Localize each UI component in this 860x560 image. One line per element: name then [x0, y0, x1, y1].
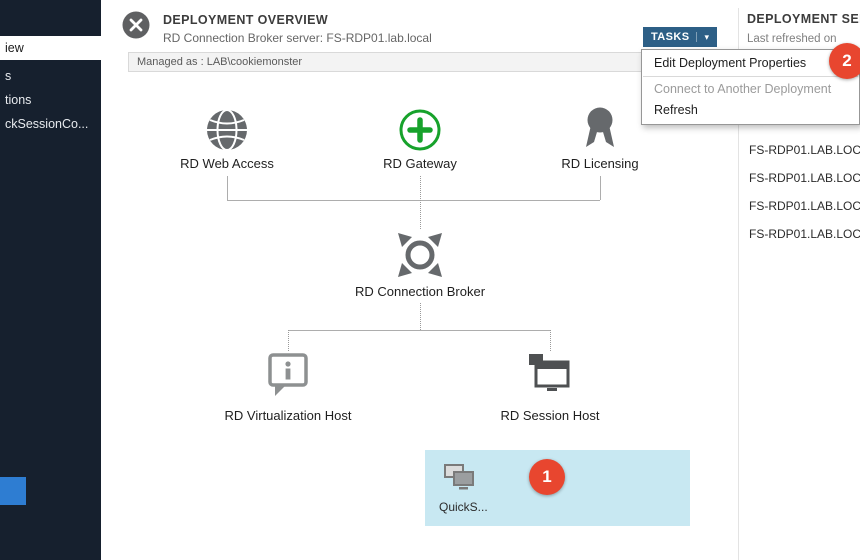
deployment-servers-title: DEPLOYMENT SERVERS: [747, 12, 860, 26]
connector-line: [288, 330, 289, 351]
tasks-button-label: TASKS: [651, 31, 689, 43]
connector-line: [420, 176, 421, 229]
menu-item-connect-to-another-deployment: Connect to Another Deployment: [642, 79, 859, 100]
deployment-diagram: Managed as : LAB\cookiemonster RD Web Ac…: [128, 52, 737, 560]
rd-licensing-icon[interactable]: [577, 105, 623, 156]
rd-web-access-label: RD Web Access: [147, 156, 307, 171]
rd-session-host-icon[interactable]: [525, 350, 575, 405]
annotation-badge-2: 2: [829, 43, 860, 79]
rd-gateway-add-icon[interactable]: [397, 107, 443, 158]
sidebar-item-collections[interactable]: tions: [0, 88, 101, 112]
rd-session-host-label: RD Session Host: [470, 408, 630, 423]
rd-connection-broker-icon[interactable]: [393, 228, 447, 287]
chevron-down-icon: ▾: [696, 32, 709, 42]
connector-line: [227, 176, 228, 200]
rd-connection-broker-label: RD Connection Broker: [340, 284, 500, 299]
quicksession-collection-tile[interactable]: QuickS... 1: [425, 450, 690, 526]
collection-label: QuickS...: [439, 500, 488, 514]
server-row[interactable]: FS-RDP01.LAB.LOCAL: [749, 220, 860, 248]
session-collection-icon: [441, 462, 479, 501]
server-row[interactable]: FS-RDP01.LAB.LOCAL: [749, 192, 860, 220]
server-list: FS-RDP01.LAB.LOCAL FS-RDP01.LAB.LOCAL FS…: [749, 136, 860, 248]
rd-web-access-icon[interactable]: [204, 107, 250, 158]
tasks-dropdown-menu: Edit Deployment Properties Connect to An…: [641, 49, 860, 125]
server-row[interactable]: FS-RDP01.LAB.LOCAL: [749, 164, 860, 192]
sidebar-item-label: ckSessionCo...: [5, 117, 88, 131]
sidebar-item-quicksessioncollection[interactable]: ckSessionCo...: [0, 112, 101, 136]
tasks-button[interactable]: TASKS ▾: [643, 27, 717, 47]
connector-line: [227, 200, 600, 201]
deployment-overview-icon: [120, 9, 152, 46]
sidebar-item-overview[interactable]: iew: [0, 36, 101, 60]
annotation-badge-1: 1: [529, 459, 565, 495]
page-title: DEPLOYMENT OVERVIEW: [163, 13, 328, 27]
connector-line: [550, 330, 551, 351]
menu-separator: [643, 76, 858, 77]
sidebar-item-label: s: [5, 69, 11, 83]
rd-virtualization-host-icon[interactable]: [263, 350, 313, 405]
last-refreshed-text: Last refreshed on: [747, 33, 837, 45]
blue-square-fragment: [0, 477, 26, 505]
rd-licensing-label: RD Licensing: [520, 156, 680, 171]
menu-item-edit-deployment-properties[interactable]: Edit Deployment Properties: [642, 53, 859, 74]
rd-gateway-label: RD Gateway: [340, 156, 500, 171]
menu-item-refresh[interactable]: Refresh: [642, 100, 859, 121]
server-row[interactable]: FS-RDP01.LAB.LOCAL: [749, 136, 860, 164]
sidebar-item-label: iew: [5, 41, 24, 55]
rd-virtualization-host-label: RD Virtualization Host: [208, 408, 368, 423]
sidebar-item-label: tions: [5, 93, 31, 107]
connector-line: [600, 176, 601, 200]
page-subtitle: RD Connection Broker server: FS-RDP01.la…: [163, 31, 432, 45]
sidebar-item-servers[interactable]: s: [0, 64, 101, 88]
sidebar: iew s tions ckSessionCo...: [0, 0, 101, 560]
connector-line: [420, 303, 421, 330]
server-manager-rds-pane: iew s tions ckSessionCo... DEPLOYMENT OV…: [0, 0, 860, 560]
connector-line: [288, 330, 550, 331]
